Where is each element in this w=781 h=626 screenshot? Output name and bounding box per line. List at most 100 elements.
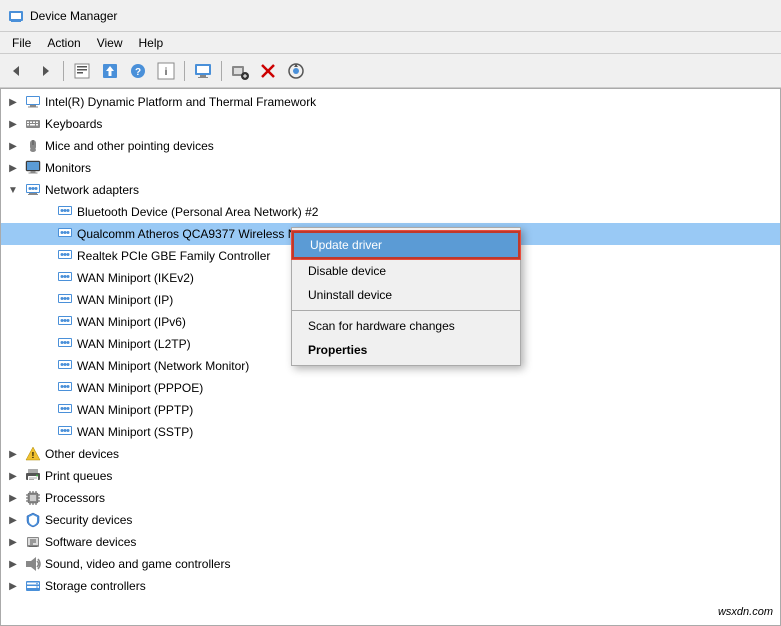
icon-print-queues [25,468,41,484]
tree-item-keyboards[interactable]: ▶ Keyboards [1,113,780,135]
expand-intel[interactable]: ▶ [5,94,21,110]
wan-netmon-icon [57,358,73,374]
tree-item-wan-pptp[interactable]: ▶ WAN Miniport (PPTP) [1,399,780,421]
expand-sound[interactable]: ▶ [5,556,21,572]
tree-item-storage[interactable]: ▶ Storage controllers [1,575,780,597]
tree-item-security[interactable]: ▶ Security devices [1,509,780,531]
update-driver-button[interactable] [97,58,123,84]
label-wan-l2tp: WAN Miniport (L2TP) [77,337,191,351]
tree-item-monitors[interactable]: ▶ Monitors [1,157,780,179]
wan-l2tp-icon [57,336,73,352]
tree-item-mice[interactable]: ▶ Mice and other pointing devices [1,135,780,157]
label-wan-netmon: WAN Miniport (Network Monitor) [77,359,249,373]
wan-icon [57,270,73,286]
tree-item-software[interactable]: ▶ Software devices [1,531,780,553]
label-intel: Intel(R) Dynamic Platform and Thermal Fr… [45,95,316,109]
context-update-driver[interactable]: Update driver [292,231,520,259]
context-scan-changes[interactable]: Scan for hardware changes [292,314,520,338]
label-mice: Mice and other pointing devices [45,139,214,153]
icon-realtek [57,248,73,264]
menu-view[interactable]: View [89,34,131,52]
label-monitors: Monitors [45,161,91,175]
label-processors: Processors [45,491,105,505]
icon-wan-pptp [57,402,73,418]
display-button[interactable] [190,58,216,84]
wan-pptp-icon [57,402,73,418]
expand-network[interactable]: ▼ [5,182,21,198]
wan-sstp-icon [57,424,73,440]
label-wan-ipv6: WAN Miniport (IPv6) [77,315,186,329]
expand-keyboards[interactable]: ▶ [5,116,21,132]
icon-monitors [25,160,41,176]
title-bar: Device Manager [0,0,781,32]
scan-icon [287,62,305,80]
ethernet-icon [57,248,73,264]
toolbar: ? i [0,54,781,88]
processor-icon [25,490,41,506]
expand-other[interactable]: ▶ [5,446,21,462]
tree-item-wan-pppoe[interactable]: ▶ WAN Miniport (PPPOE) [1,377,780,399]
tree-item-processors[interactable]: ▶ Proces [1,487,780,509]
about-icon: i [157,62,175,80]
forward-button[interactable] [32,58,58,84]
tree-item-bluetooth[interactable]: ▶ Bluetooth Device (Personal Area Networ… [1,201,780,223]
tree-item-sound[interactable]: ▶ Sound, video and game controllers [1,553,780,575]
main-panel: ▶ Intel(R) Dynamic Platform and Thermal … [0,88,781,626]
context-uninstall-device[interactable]: Uninstall device [292,283,520,307]
properties-button[interactable] [69,58,95,84]
expand-software[interactable]: ▶ [5,534,21,550]
expand-monitors[interactable]: ▶ [5,160,21,176]
label-software: Software devices [45,535,136,549]
help-button[interactable]: ? [125,58,151,84]
tree-item-other[interactable]: ▶ ! Other devices [1,443,780,465]
expand-storage[interactable]: ▶ [5,578,21,594]
back-icon [9,63,25,79]
tree-item-wan-sstp[interactable]: ▶ WAN Miniport (SSTP) [1,421,780,443]
computer-icon [25,94,41,110]
menu-file[interactable]: File [4,34,39,52]
icon-wan-ipv6 [57,314,73,330]
svg-text:?: ? [135,67,141,78]
label-bluetooth: Bluetooth Device (Personal Area Network)… [77,205,318,219]
label-wan-pptp: WAN Miniport (PPTP) [77,403,193,417]
tree-item-print[interactable]: ▶ Print queues [1,465,780,487]
menu-help[interactable]: Help [131,34,172,52]
expand-security[interactable]: ▶ [5,512,21,528]
keyboard-icon [25,116,41,132]
expand-processors[interactable]: ▶ [5,490,21,506]
add-device-button[interactable] [227,58,253,84]
forward-icon [37,63,53,79]
label-print: Print queues [45,469,112,483]
icon-other-devices: ! [25,446,41,462]
label-sound: Sound, video and game controllers [45,557,230,571]
icon-network-adapters [25,182,41,198]
tree-item-network[interactable]: ▼ Network adapters [1,179,780,201]
icon-intel [25,94,41,110]
about-button[interactable]: i [153,58,179,84]
label-wan-sstp: WAN Miniport (SSTP) [77,425,193,439]
context-disable-device[interactable]: Disable device [292,259,520,283]
title-bar-icon [8,8,24,24]
remove-button[interactable] [255,58,281,84]
display-icon [194,62,212,80]
icon-processors [25,490,41,506]
wan-pppoe-icon [57,380,73,396]
menu-action[interactable]: Action [39,34,88,52]
tree-item-intel[interactable]: ▶ Intel(R) Dynamic Platform and Thermal … [1,91,780,113]
title-bar-title: Device Manager [30,9,117,23]
scan-button[interactable] [283,58,309,84]
context-menu: Update driver Disable device Uninstall d… [291,227,521,366]
label-security: Security devices [45,513,132,527]
icon-wan-netmon [57,358,73,374]
watermark: wsxdn.com [718,606,773,618]
icon-bluetooth [57,204,73,220]
security-icon [25,512,41,528]
expand-print[interactable]: ▶ [5,468,21,484]
print-icon [25,468,41,484]
context-properties[interactable]: Properties [292,338,520,362]
icon-wan-l2tp [57,336,73,352]
menu-bar: File Action View Help [0,32,781,54]
icon-qualcomm [57,226,73,242]
back-button[interactable] [4,58,30,84]
expand-mice[interactable]: ▶ [5,138,21,154]
